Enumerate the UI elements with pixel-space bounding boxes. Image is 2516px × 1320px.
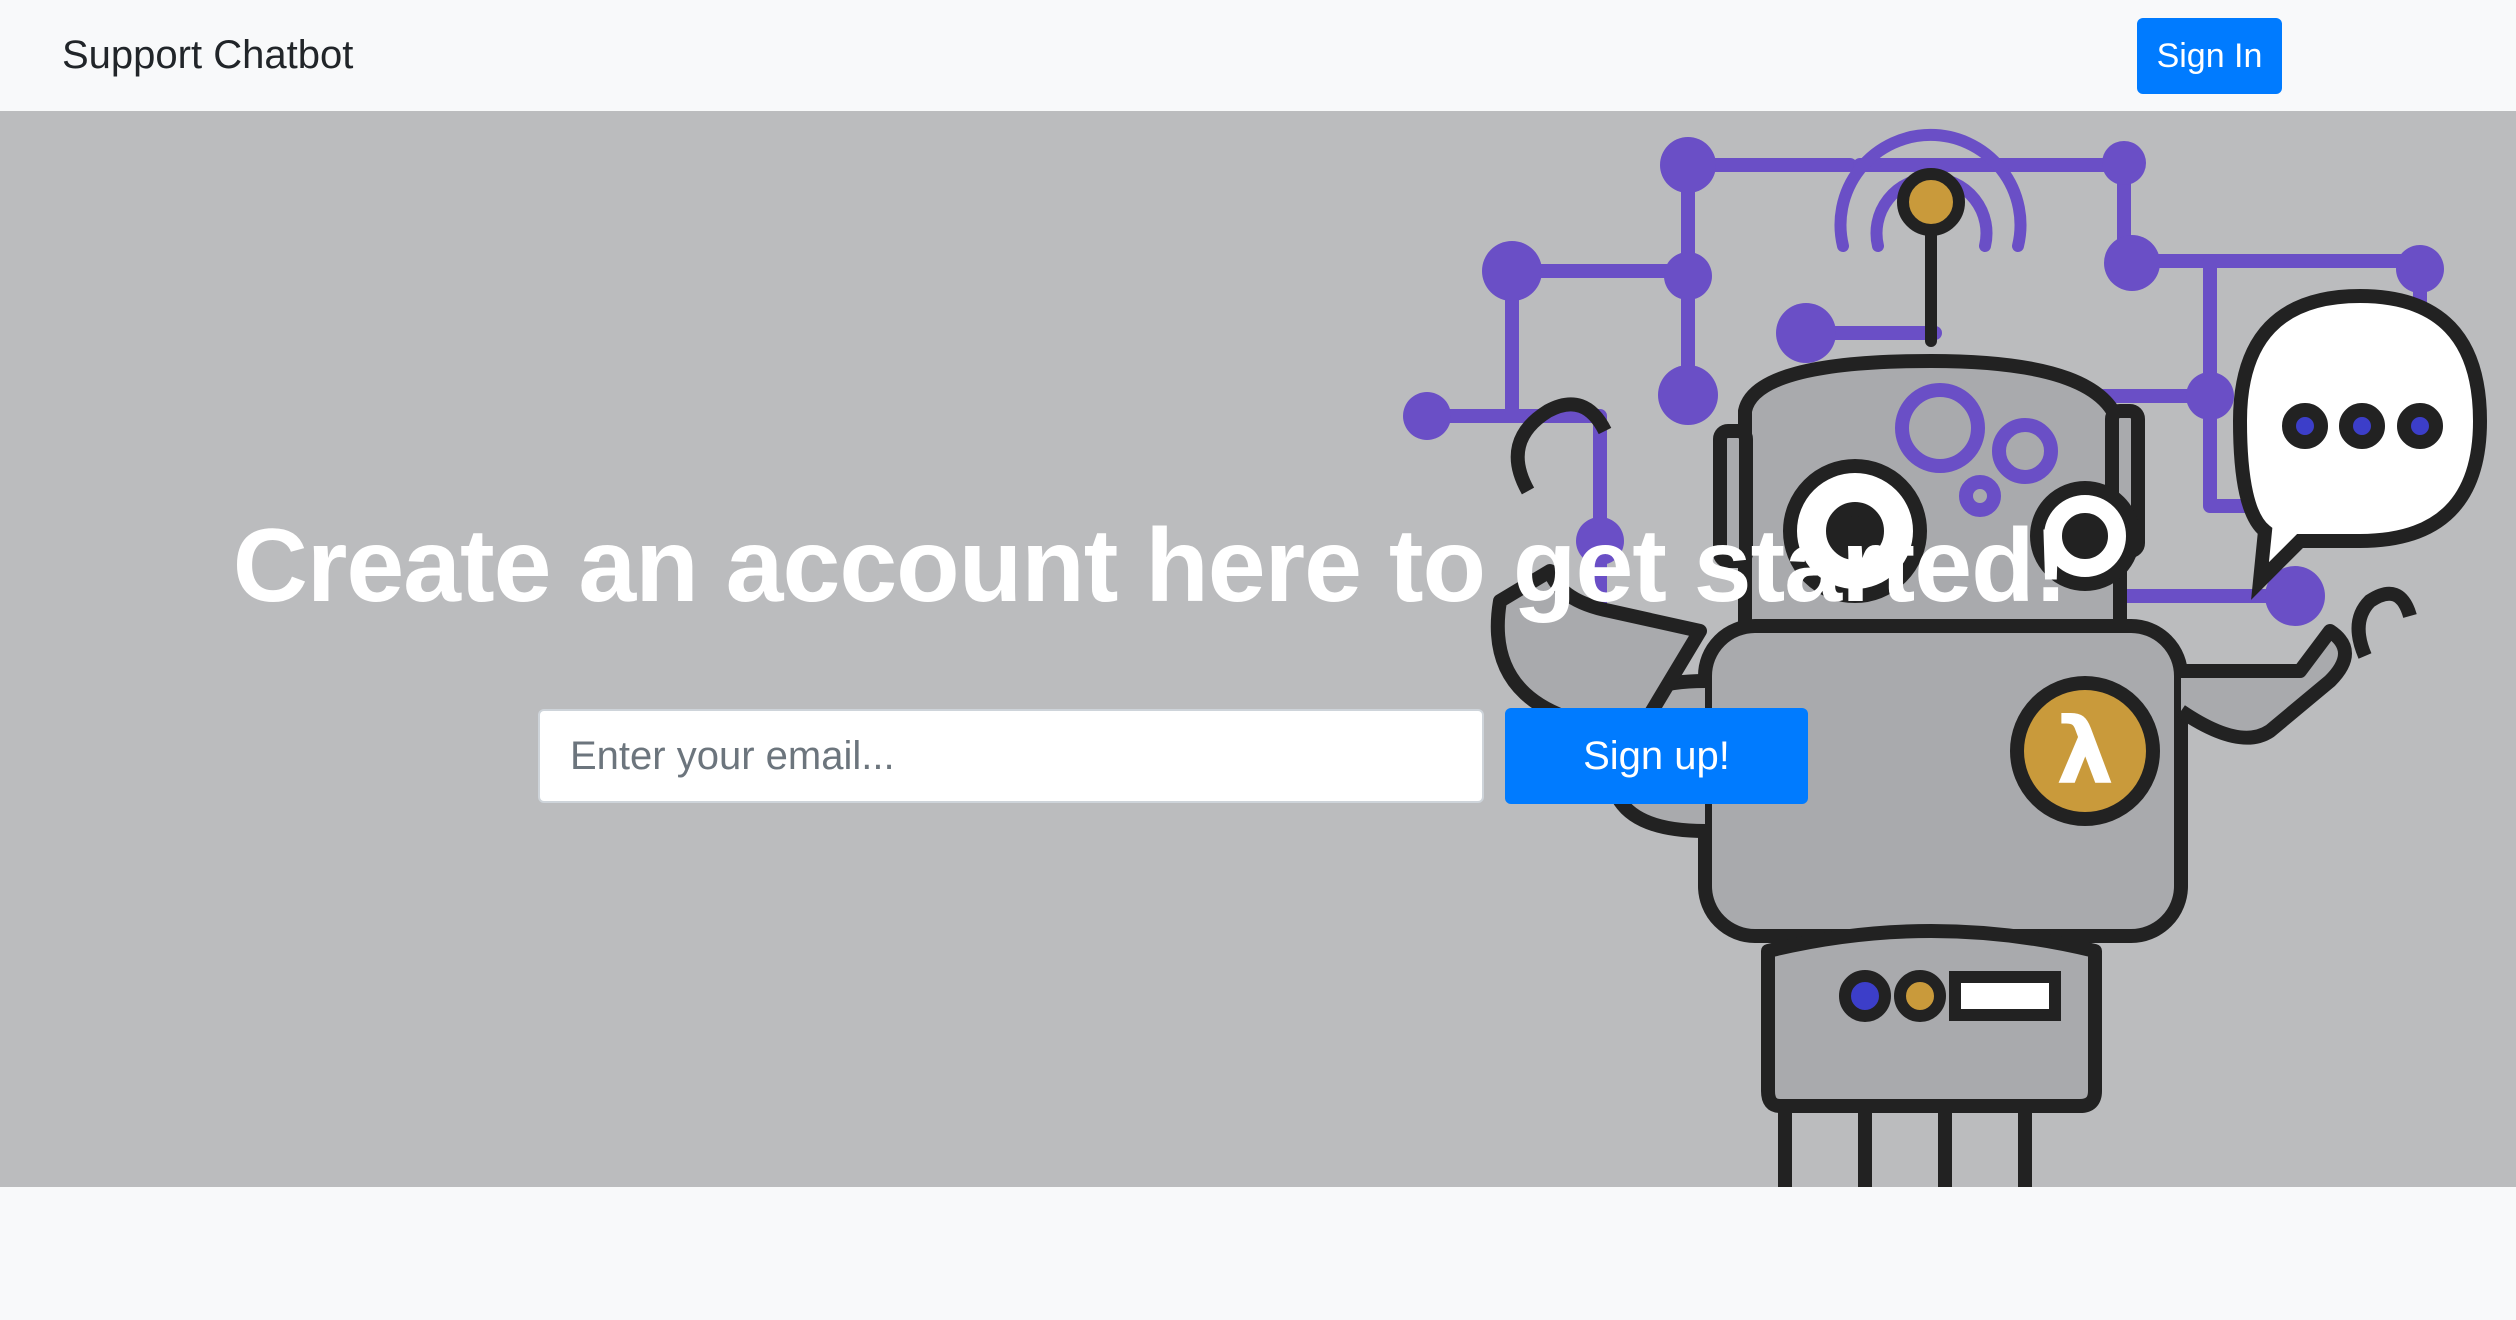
sign-in-button[interactable]: Sign In [2137, 18, 2282, 94]
email-input[interactable] [538, 709, 1484, 803]
svg-text:λ: λ [2056, 698, 2114, 805]
hero-headline: Create an account here to get started! [232, 508, 2068, 624]
control-panel [1839, 970, 2061, 1022]
sign-up-button[interactable]: Sign up! [1505, 708, 1808, 804]
lambda-badge: λ [2010, 676, 2160, 826]
robot-illustration: λ [1403, 128, 2488, 1187]
brand-link[interactable]: Support Chatbot [62, 0, 353, 111]
hero-section: λ Create an account here to get started!… [0, 111, 2516, 1187]
navbar: Support Chatbot Sign In [0, 0, 2516, 111]
